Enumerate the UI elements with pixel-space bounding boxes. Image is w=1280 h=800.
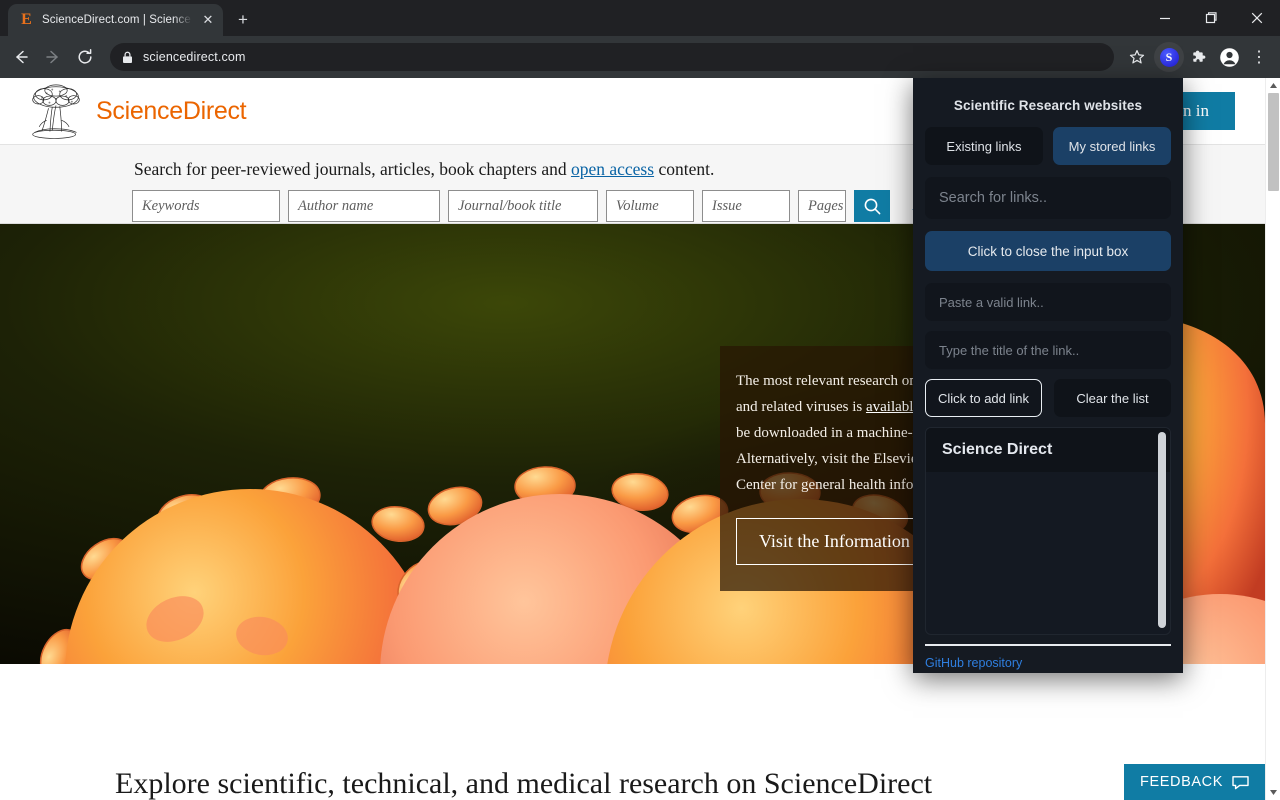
new-tab-button[interactable]: + bbox=[229, 6, 257, 34]
profile-icon[interactable] bbox=[1214, 42, 1244, 72]
list-scrollbar-thumb[interactable] bbox=[1158, 432, 1166, 628]
hero-line-2-pre: and related viruses is bbox=[736, 399, 866, 415]
extension-popup: Scientific Research websites Existing li… bbox=[913, 78, 1183, 673]
page-headline: Explore scientific, technical, and medic… bbox=[115, 767, 933, 800]
open-access-link[interactable]: open access bbox=[571, 159, 654, 179]
link-title-input[interactable]: Type the title of the link.. bbox=[925, 331, 1171, 369]
popup-divider bbox=[925, 644, 1171, 646]
sciencedirect-favicon-icon: E bbox=[21, 11, 32, 28]
close-icon[interactable] bbox=[1234, 0, 1280, 36]
tab-existing-links[interactable]: Existing links bbox=[925, 127, 1043, 165]
scrollbar-thumb[interactable] bbox=[1268, 93, 1279, 191]
popup-title: Scientific Research websites bbox=[953, 98, 1143, 113]
pages-input[interactable]: Pages bbox=[798, 190, 846, 222]
brand-name: ScienceDirect bbox=[96, 96, 247, 125]
reload-icon[interactable] bbox=[70, 42, 100, 72]
stored-links-list[interactable]: Science Direct bbox=[925, 427, 1171, 635]
lock-icon bbox=[122, 51, 133, 64]
tab-title: ScienceDirect.com | Science, health bbox=[42, 14, 192, 26]
volume-input[interactable]: Volume bbox=[606, 190, 694, 222]
browser-window: E ScienceDirect.com | Science, health ✕ … bbox=[0, 0, 1280, 800]
search-links-input[interactable]: Search for links.. bbox=[925, 177, 1171, 219]
paste-link-input[interactable]: Paste a valid link.. bbox=[925, 283, 1171, 321]
list-item[interactable]: Science Direct bbox=[926, 428, 1170, 472]
sciencedirect-logo[interactable]: ScienceDirect bbox=[28, 82, 247, 140]
popup-action-row: Click to add link Clear the list bbox=[925, 379, 1171, 417]
maximize-icon[interactable] bbox=[1188, 0, 1234, 36]
browser-menu-icon[interactable]: ⋮ bbox=[1244, 42, 1274, 72]
scroll-down-arrow-icon[interactable] bbox=[1266, 785, 1280, 800]
issue-input[interactable]: Issue bbox=[702, 190, 790, 222]
minimize-icon[interactable] bbox=[1142, 0, 1188, 36]
window-controls bbox=[1142, 0, 1280, 36]
speech-bubble-icon bbox=[1232, 775, 1249, 789]
feedback-button[interactable]: FEEDBACK bbox=[1124, 764, 1265, 800]
page-scrollbar[interactable] bbox=[1265, 78, 1280, 800]
popup-footer: GitHub repository bbox=[925, 654, 1171, 672]
github-repository-link[interactable]: GitHub repository bbox=[925, 656, 1022, 670]
tagline-text-after: content. bbox=[654, 159, 715, 179]
scientific-research-extension-icon[interactable]: S bbox=[1154, 42, 1184, 72]
add-link-button[interactable]: Click to add link bbox=[925, 379, 1042, 417]
bookmark-star-icon[interactable] bbox=[1122, 42, 1152, 72]
keywords-input[interactable]: Keywords bbox=[132, 190, 280, 222]
feedback-label: FEEDBACK bbox=[1140, 774, 1223, 790]
tab-my-stored-links[interactable]: My stored links bbox=[1053, 127, 1171, 165]
author-name-input[interactable]: Author name bbox=[288, 190, 440, 222]
elsevier-tree-icon bbox=[32, 84, 80, 139]
extension-glyph: S bbox=[1159, 47, 1179, 67]
search-submit-button[interactable] bbox=[854, 190, 890, 222]
close-input-box-button[interactable]: Click to close the input box bbox=[925, 231, 1171, 271]
tab-close-icon[interactable]: ✕ bbox=[199, 11, 217, 29]
back-icon[interactable] bbox=[6, 42, 36, 72]
search-icon bbox=[864, 198, 880, 214]
journal-book-title-input[interactable]: Journal/book title bbox=[448, 190, 598, 222]
puzzle-icon[interactable] bbox=[1184, 42, 1214, 72]
browser-toolbar: sciencedirect.com S ⋮ bbox=[0, 36, 1280, 78]
url-text: sciencedirect.com bbox=[143, 50, 246, 64]
tagline-text-before: Search for peer-reviewed journals, artic… bbox=[134, 159, 571, 179]
scroll-up-arrow-icon[interactable] bbox=[1266, 78, 1280, 93]
address-bar[interactable]: sciencedirect.com bbox=[110, 43, 1114, 71]
clear-list-button[interactable]: Clear the list bbox=[1054, 379, 1171, 417]
headline-section: Explore scientific, technical, and medic… bbox=[0, 736, 1265, 800]
toolbar-right-icons: S ⋮ bbox=[1122, 42, 1274, 72]
browser-tab[interactable]: E ScienceDirect.com | Science, health ✕ bbox=[8, 4, 223, 36]
popup-tabs: Existing links My stored links bbox=[925, 127, 1171, 165]
browser-titlebar: E ScienceDirect.com | Science, health ✕ … bbox=[0, 0, 1280, 36]
forward-icon[interactable] bbox=[38, 42, 68, 72]
